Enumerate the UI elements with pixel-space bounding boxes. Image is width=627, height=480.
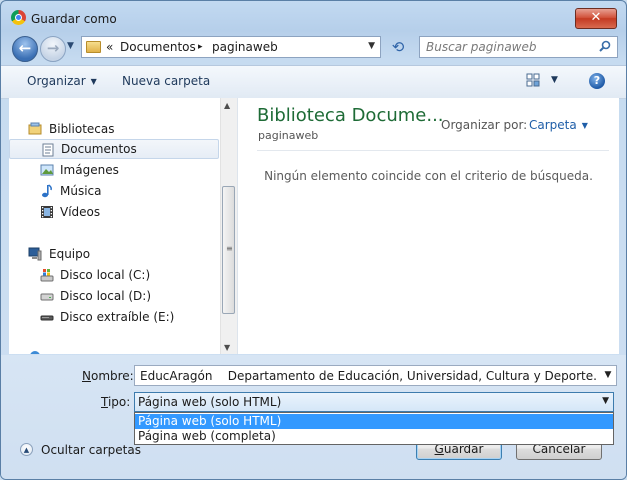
back-button[interactable]: ← — [12, 36, 38, 62]
breadcrumb-documentos[interactable]: Documentos — [120, 40, 196, 54]
organize-label: Organizar — [27, 74, 86, 88]
search-box[interactable] — [419, 36, 618, 58]
music-icon — [42, 184, 52, 198]
sidebar-item-label: Disco local (D:) — [60, 289, 152, 303]
breadcrumb-overflow[interactable]: « — [106, 40, 113, 54]
grip-icon: ≡ — [226, 244, 233, 253]
library-subtitle: paginaweb — [258, 129, 319, 142]
sidebar-item-bibliotecas[interactable]: Bibliotecas — [25, 119, 235, 139]
breadcrumb-paginaweb[interactable]: paginaweb — [212, 40, 278, 54]
file-type-option-html-only[interactable]: Página web (solo HTML) — [135, 414, 613, 429]
file-type-option-complete[interactable]: Página web (completa) — [135, 429, 613, 444]
hide-folders-label: Ocultar carpetas — [41, 443, 141, 457]
scroll-up-icon[interactable]: ▲ — [224, 101, 230, 110]
filename-field[interactable]: EducAragón Departamento de Educación, Un… — [134, 365, 617, 386]
save-as-dialog: Guardar como ✕ ← → ▼ « Documentos ▸ pagi… — [0, 0, 627, 480]
search-icon[interactable] — [599, 40, 611, 52]
recent-pages-dropdown-icon[interactable]: ▼ — [67, 41, 74, 51]
close-button[interactable]: ✕ — [575, 8, 617, 29]
organize-menu[interactable]: Organizar ▼ — [27, 74, 97, 88]
window-title: Guardar como — [31, 12, 117, 26]
command-bar: Organizar ▼ Nueva carpeta ▼ ? — [1, 65, 626, 99]
system-drive-icon — [40, 269, 54, 282]
address-dropdown-icon[interactable]: ▼ — [368, 41, 375, 51]
views-dropdown-icon[interactable]: ▼ — [551, 75, 558, 85]
scrollbar-thumb[interactable]: ≡ — [222, 186, 235, 314]
navigation-scrollbar[interactable]: ▲ ≡ ▼ — [220, 98, 237, 354]
sidebar-item-label: Disco extraíble (E:) — [60, 310, 175, 324]
documents-icon — [42, 143, 54, 157]
sidebar-item-label: Música — [60, 184, 102, 198]
sidebar-item-label: Bibliotecas — [49, 122, 115, 136]
filename-value: EducAragón Departamento de Educación, Un… — [140, 369, 617, 383]
folder-icon — [86, 41, 101, 53]
forward-button[interactable]: → — [40, 36, 66, 62]
sidebar-item-label: Documentos — [61, 142, 137, 156]
new-folder-button[interactable]: Nueva carpeta — [122, 74, 210, 88]
chevron-up-icon: ▲ — [20, 443, 33, 456]
organize-dropdown-icon: ▼ — [90, 77, 97, 86]
search-input[interactable] — [426, 40, 591, 54]
sidebar-item-drive-c[interactable]: Disco local (C:) — [9, 265, 219, 285]
title-bar: Guardar como ✕ — [1, 1, 626, 31]
network-icon — [30, 351, 40, 354]
arrange-by-label: Organizar por: — [441, 118, 528, 132]
sidebar-item-drive-e[interactable]: Disco extraíble (E:) — [9, 307, 219, 327]
help-icon[interactable]: ? — [589, 73, 605, 89]
views-icon[interactable] — [526, 73, 540, 87]
arrange-by-value: Carpeta — [529, 118, 577, 132]
address-bar[interactable]: « Documentos ▸ paginaweb ▼ — [81, 36, 381, 58]
libraries-icon — [28, 122, 42, 135]
arrange-by-dropdown[interactable]: Carpeta ▼ — [529, 118, 588, 132]
breadcrumb-arrow-icon[interactable]: ▸ — [198, 42, 203, 52]
refresh-icon[interactable]: ⟲ — [387, 37, 409, 57]
sidebar-item-label: Equipo — [49, 247, 91, 261]
sidebar-item-label: Imágenes — [60, 163, 119, 177]
file-list-pane: Biblioteca Docume... paginaweb Organizar… — [237, 98, 619, 354]
drive-icon — [40, 293, 54, 301]
sidebar-item-drive-d[interactable]: Disco local (D:) — [9, 286, 219, 306]
sidebar-item-equipo[interactable]: Equipo — [25, 244, 235, 264]
chevron-down-icon: ▼ — [581, 121, 588, 130]
sidebar-item-documentos[interactable]: Documentos — [9, 139, 219, 159]
chrome-icon — [11, 10, 26, 25]
pictures-icon — [40, 164, 54, 176]
filename-dropdown-icon[interactable]: ▼ — [600, 366, 616, 385]
sidebar-item-label: Vídeos — [60, 205, 101, 219]
videos-icon — [41, 206, 53, 218]
sidebar-item-label: Disco local (C:) — [60, 268, 151, 282]
scroll-down-icon[interactable]: ▼ — [224, 343, 230, 352]
library-title: Biblioteca Docume... — [257, 105, 444, 126]
file-type-select[interactable]: Página web (solo HTML) ▼ — [134, 392, 614, 412]
removable-drive-icon — [40, 315, 54, 321]
sidebar-item-imagenes[interactable]: Imágenes — [9, 160, 219, 180]
divider — [257, 150, 609, 151]
navigation-pane: Bibliotecas Documentos Imágenes Música V… — [9, 98, 235, 354]
sidebar-item-videos[interactable]: Vídeos — [9, 202, 219, 222]
empty-message: Ningún elemento coincide con el criterio… — [264, 169, 593, 183]
type-label: Tipo: — [101, 395, 131, 409]
computer-icon — [28, 247, 42, 261]
sidebar-item-musica[interactable]: Música — [9, 181, 219, 201]
file-type-dropdown-list: Página web (solo HTML) Página web (compl… — [134, 412, 614, 445]
file-type-dropdown-icon[interactable]: ▼ — [602, 396, 609, 406]
file-type-value: Página web (solo HTML) — [138, 395, 282, 409]
name-label: Nombre: — [82, 369, 134, 383]
